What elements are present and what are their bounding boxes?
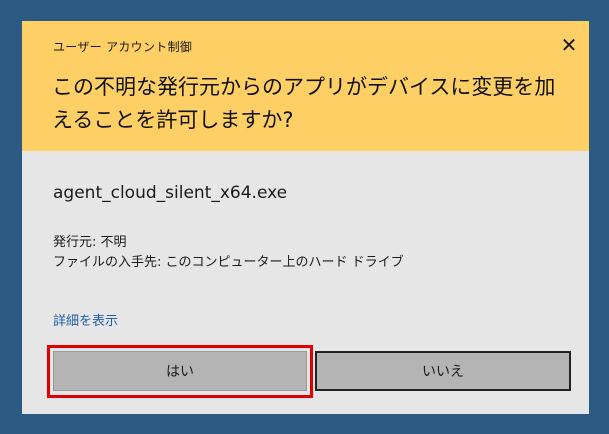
no-button-label: いいえ (422, 364, 464, 380)
dialog-header: ユーザー アカウント制御 ✕ この不明な発行元からのアプリがデバイスに変更を加え… (22, 21, 589, 151)
publisher-info: 発行元: 不明 (53, 235, 127, 250)
close-icon: ✕ (560, 33, 578, 57)
program-name: agent_cloud_silent_x64.exe (53, 183, 288, 203)
program-details: 発行元: 不明 ファイルの入手先: このコンピューター上のハード ドライブ (53, 233, 404, 273)
no-button[interactable]: いいえ (315, 351, 571, 391)
uac-dialog: ユーザー アカウント制御 ✕ この不明な発行元からのアプリがデバイスに変更を加え… (22, 21, 589, 414)
yes-button-label: はい (166, 364, 194, 380)
yes-button[interactable]: はい (53, 351, 307, 391)
file-origin-info: ファイルの入手先: このコンピューター上のハード ドライブ (53, 255, 404, 270)
consent-question: この不明な発行元からのアプリがデバイスに変更を加えることを許可しますか? (52, 75, 556, 132)
dialog-title: ユーザー アカウント制御 (53, 40, 193, 54)
show-details-link[interactable]: 詳細を表示 (53, 310, 118, 329)
close-button[interactable]: ✕ (558, 34, 580, 56)
